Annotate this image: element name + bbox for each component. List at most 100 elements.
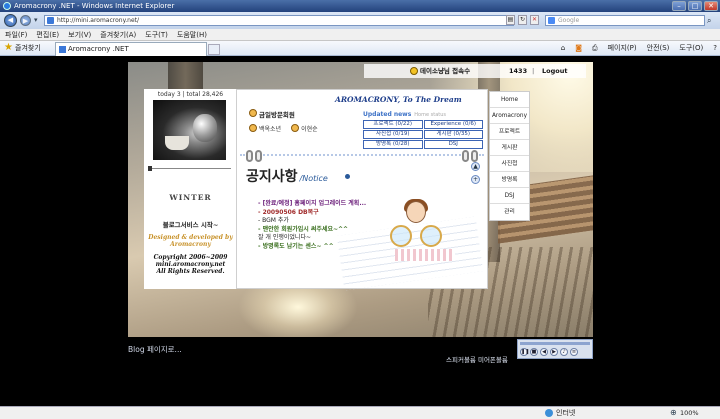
new-tab-button[interactable] [208, 44, 220, 55]
command-tools[interactable]: 도구(O) [679, 41, 703, 56]
refresh-icon[interactable]: ↻ [518, 15, 527, 25]
menu-tools[interactable]: 도구(T) [145, 29, 168, 40]
previous-icon[interactable]: ◀ [540, 348, 548, 356]
compat-icon[interactable]: ▤ [506, 15, 515, 25]
window-title: Aromacrony .NET - Windows Internet Explo… [14, 2, 175, 10]
nav-dsj[interactable]: DSJ [490, 188, 529, 204]
menu-help[interactable]: 도움말(H) [177, 29, 207, 40]
forward-button[interactable]: ▶ [20, 15, 31, 26]
main-panel: AROMACRONY, To The Dream 금일방문회원 백옥소년 이현순… [236, 89, 488, 291]
designed-name: Aromacrony [170, 241, 211, 248]
stop-icon[interactable]: ✕ [530, 15, 539, 25]
binder-ring [255, 150, 262, 162]
recent-pages-icon[interactable]: ▾ [34, 16, 38, 24]
updated-news-grid: 프로젝트 (0/22) Experience (0/6) 사진첩 (0/19) … [363, 120, 483, 149]
search-input[interactable]: Google [545, 15, 705, 26]
notice-item[interactable]: - 맨안한 회원가입시 써주세요~^^ [258, 226, 366, 235]
favorites-star-icon[interactable]: ★ [4, 43, 14, 53]
page-viewport: 데이소냥님 접속수 1433 | Logout today 3 | total … [0, 56, 720, 406]
site-nav: Home Aromacrony 프로젝트 게시판 사진첩 방명록 DSJ 관리 [489, 91, 530, 221]
menu-favorites[interactable]: 즐겨찾기(A) [100, 29, 136, 40]
nav-board[interactable]: 게시판 [490, 140, 529, 156]
user-icon [410, 67, 418, 75]
slider-knob[interactable] [148, 166, 152, 171]
globe-icon [545, 409, 553, 417]
url-field[interactable]: http://mini.aromacrony.net/ [44, 15, 514, 26]
nav-guestbook[interactable]: 방명록 [490, 172, 529, 188]
news-experience[interactable]: Experience (0/6) [423, 120, 483, 129]
news-board[interactable]: 게시판 (0/35) [423, 130, 483, 139]
blog-page-link[interactable]: Blog 페이지로... [128, 344, 182, 355]
girl-illustration [390, 199, 460, 263]
zoom-level[interactable]: 100% [680, 407, 699, 419]
title-bar: Aromacrony .NET - Windows Internet Explo… [0, 0, 720, 12]
designed-by: Designed & developed by Aromacrony [144, 234, 237, 248]
copyright-domain: mini.aromacrony.net [155, 261, 226, 268]
command-safety[interactable]: 안전(S) [647, 41, 670, 56]
magnifier-right [420, 225, 442, 247]
feeds-icon[interactable]: ◙ [575, 41, 582, 56]
menu-edit[interactable]: 편집(E) [36, 29, 59, 40]
notice-list: - [완료/예정] 홈페이지 업그레이드 계획... - 20090506 DB… [258, 200, 366, 251]
status-bar: 인터넷 ⊕ 100% [0, 406, 720, 419]
back-button[interactable]: ◀ [4, 14, 17, 27]
speaker-volume-text: 스피커볼륨 미어폰볼륨 [446, 356, 508, 364]
service-start-link[interactable]: 블로그서비스 시작~ [144, 219, 237, 229]
notice-item[interactable]: - 20090506 DB복구 [258, 209, 366, 218]
pause-icon[interactable]: ❚❚ [520, 348, 529, 356]
magnifier-left [390, 225, 412, 247]
search-icon[interactable]: ⌕ [707, 16, 717, 26]
news-guestbook[interactable]: 방명록 (0/28) [363, 140, 423, 149]
notice-item[interactable]: - 방명록도 남기는 센스~ ^^ [258, 243, 366, 252]
visitor-item[interactable]: 이현순 [291, 124, 318, 133]
home-icon[interactable]: ⌂ [561, 41, 565, 56]
news-project[interactable]: 프로젝트 (0/22) [363, 120, 423, 129]
plus-icon[interactable]: + [471, 175, 480, 184]
address-actions: ▤ ↻ ✕ [506, 15, 539, 25]
logout-link[interactable]: Logout [542, 64, 567, 78]
notice-item[interactable]: - [완료/예정] 홈페이지 업그레이드 계획... [258, 200, 366, 209]
mute-icon[interactable]: ♪ [560, 348, 568, 356]
visitor-text: 데이소냥님 접속수 [420, 67, 471, 75]
scroll-up-icon[interactable]: ▲ [471, 162, 480, 171]
teacup-image [165, 136, 189, 150]
menu-view[interactable]: 보기(V) [68, 29, 91, 40]
close-button[interactable]: ✕ [704, 1, 718, 11]
volume-icon[interactable]: ≡ [570, 348, 578, 356]
user-icon [249, 124, 257, 132]
site-frame: 데이소냥님 접속수 1433 | Logout today 3 | total … [128, 62, 593, 337]
player-controls: ❚❚ ■ ◀ ▶ ♪ ≡ [520, 348, 578, 356]
menu-file[interactable]: 파일(F) [5, 29, 27, 40]
next-icon[interactable]: ▶ [550, 348, 558, 356]
help-icon[interactable]: ? [713, 41, 717, 56]
news-photos[interactable]: 사진첩 (0/19) [363, 130, 423, 139]
visitor-list: 백옥소년 이현순 [249, 124, 318, 133]
nav-home[interactable]: Home [490, 92, 529, 108]
season-label: WINTER [169, 193, 212, 202]
news-dsj[interactable]: DSJ [423, 140, 483, 149]
nav-photos[interactable]: 사진첩 [490, 156, 529, 172]
notice-dot-icon [345, 174, 350, 179]
copyright-rights: All Rights Reserved. [156, 268, 225, 275]
notice-subtitle: /Notice [299, 174, 328, 183]
photo-slider[interactable] [148, 166, 231, 171]
binder-ring [246, 150, 253, 162]
favorites-button[interactable]: 즐겨찾기 [15, 41, 41, 56]
notice-item[interactable]: - BGM 추가 [258, 217, 366, 226]
seek-bar[interactable] [520, 342, 590, 345]
print-icon[interactable]: ⎙ [592, 41, 598, 56]
browser-tab[interactable]: Aromacrony .NET [55, 42, 207, 56]
visit-board: 금일방문회원 [249, 109, 295, 119]
minimize-button[interactable]: – [672, 1, 686, 11]
nav-project[interactable]: 프로젝트 [490, 124, 529, 140]
designed-line: Designed & developed by [148, 234, 233, 241]
nav-admin[interactable]: 관리 [490, 204, 529, 220]
command-page[interactable]: 페이지(P) [608, 41, 637, 56]
nav-aromacrony[interactable]: Aromacrony [490, 108, 529, 124]
maximize-button[interactable]: □ [688, 1, 702, 11]
stop-icon[interactable]: ■ [530, 348, 538, 356]
zoom-icon[interactable]: ⊕ [670, 409, 678, 417]
visitor-bar: 데이소냥님 접속수 1433 | Logout [364, 64, 586, 78]
visitor-item[interactable]: 백옥소년 [249, 124, 281, 133]
notice-item[interactable]: 잘 개 인쟁이었니다~ [258, 234, 366, 243]
